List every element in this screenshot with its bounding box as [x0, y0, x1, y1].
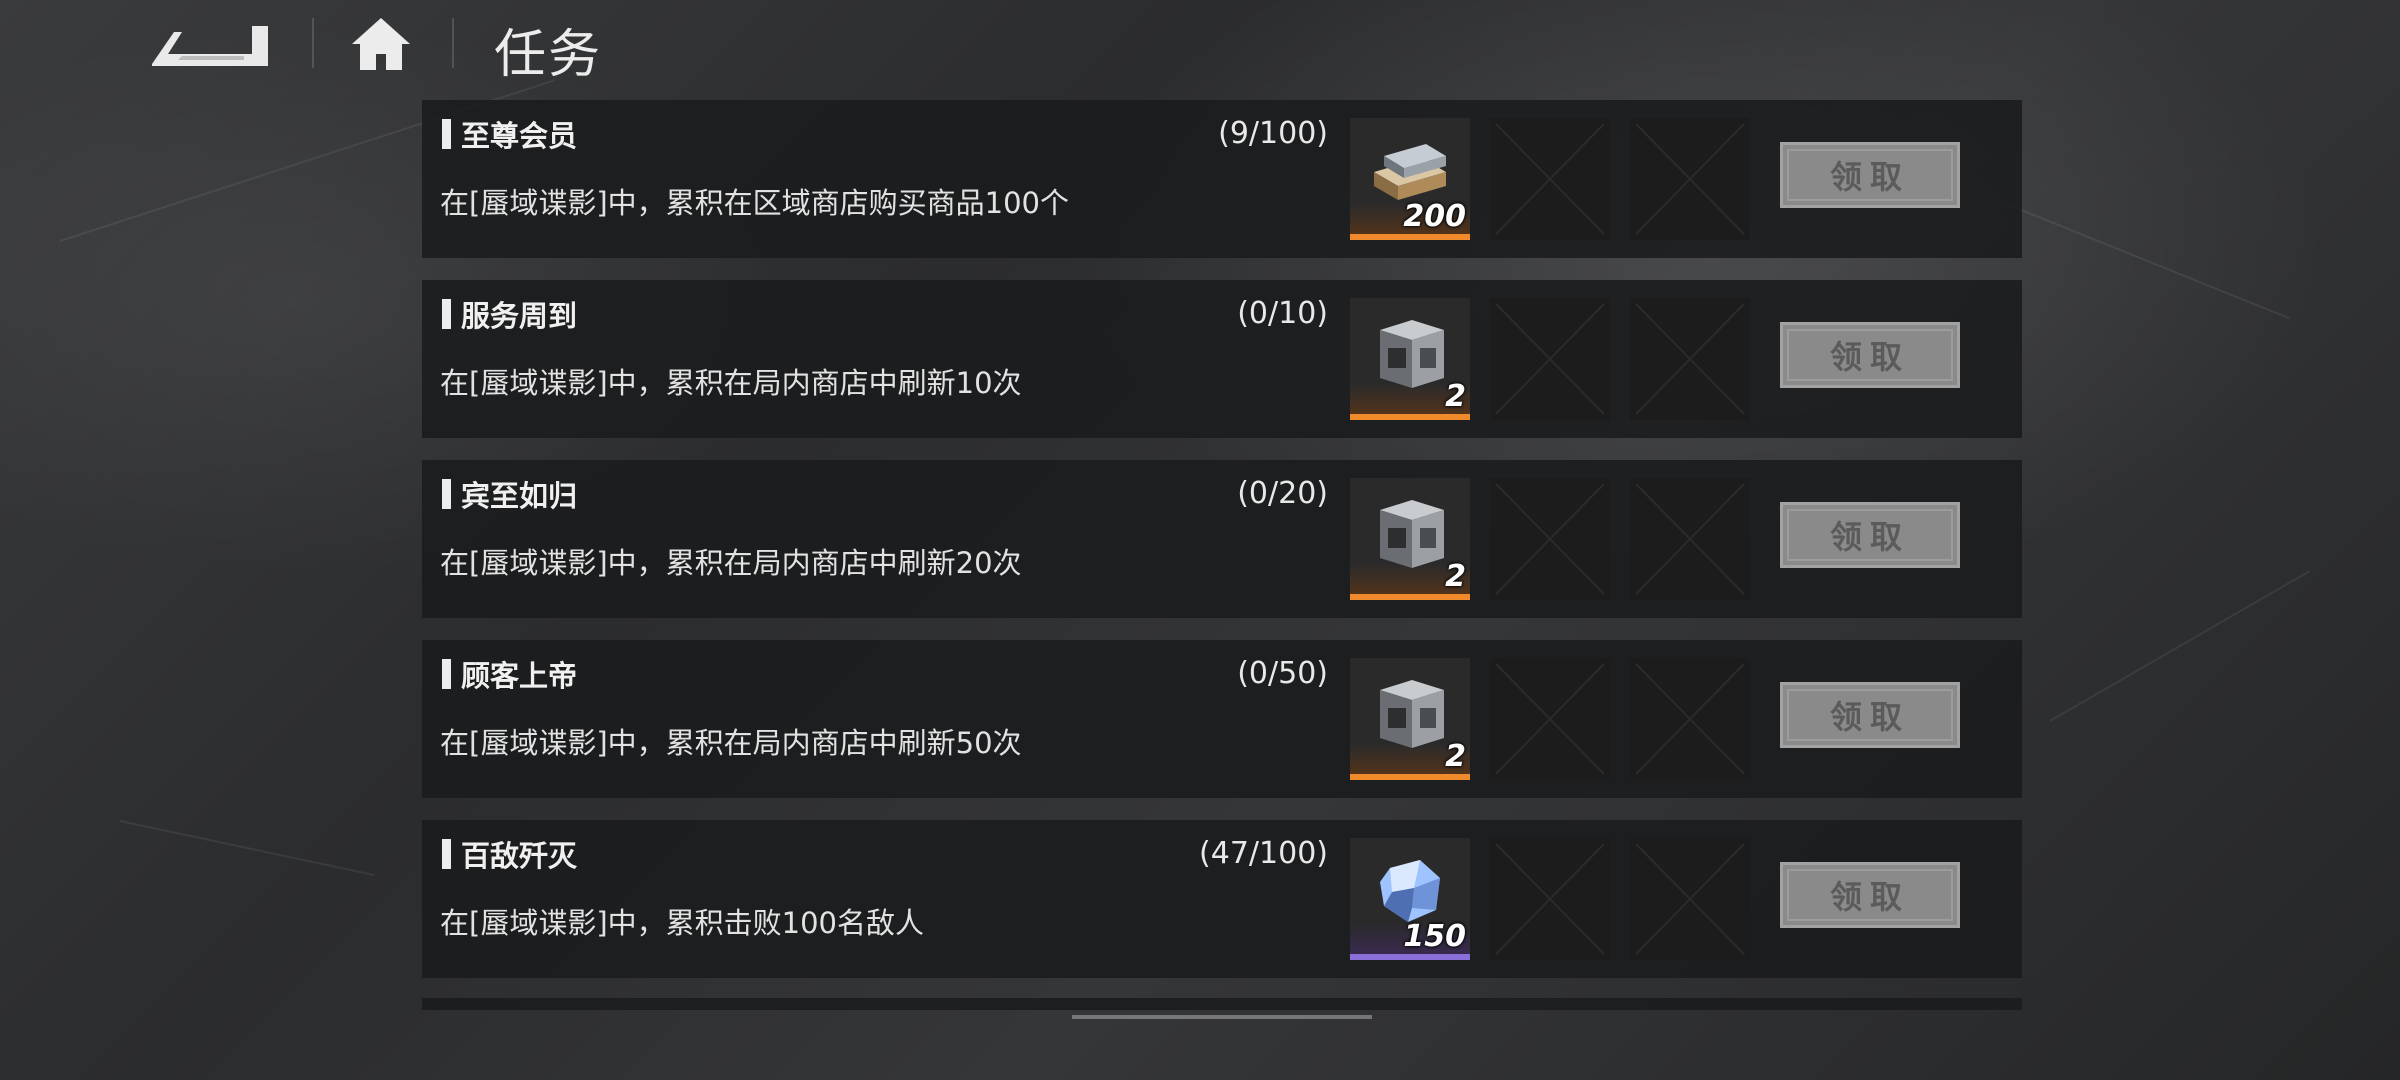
background-scratch: [2049, 570, 2311, 722]
task-name: 顾客上帝: [461, 659, 578, 693]
task-progress: (9/100): [1218, 116, 1328, 151]
rarity-bar: [1350, 234, 1470, 240]
task-description: 在[蜃域谍影]中，累积在区域商店购买商品100个: [440, 186, 1069, 220]
task-row: 顾客上帝 (0/50) 在[蜃域谍影]中，累积在局内商店中刷新50次 2 领取: [422, 640, 2022, 798]
task-description: 在[蜃域谍影]中，累积在局内商店中刷新10次: [440, 366, 1022, 400]
empty-slot-icon: [1495, 483, 1605, 595]
title-marker: [442, 839, 451, 869]
claim-label: 领取: [1829, 158, 1910, 196]
task-title: 顾客上帝: [442, 656, 578, 693]
empty-reward-slot: [1630, 478, 1750, 600]
back-button[interactable]: [148, 18, 274, 70]
rarity-bar: [1350, 414, 1470, 420]
task-name: 宾至如归: [461, 479, 578, 513]
empty-slot-icon: [1635, 303, 1745, 415]
task-progress: (0/50): [1237, 656, 1328, 691]
claim-button[interactable]: 领取: [1780, 862, 1960, 928]
task-row-partial: [422, 998, 2022, 1010]
empty-slot-icon: [1495, 123, 1605, 235]
title-marker: [442, 299, 451, 329]
task-name: 服务周到: [461, 299, 578, 333]
rarity-bar: [1350, 774, 1470, 780]
empty-reward-slot: [1630, 298, 1750, 420]
claim-label: 领取: [1829, 338, 1910, 376]
reward-slot[interactable]: 2: [1350, 478, 1470, 600]
task-row: 至尊会员 (9/100) 在[蜃域谍影]中，累积在区域商店购买商品100个 20…: [422, 100, 2022, 258]
reward-slot[interactable]: 150: [1350, 838, 1470, 960]
page-title: 任务: [494, 25, 603, 85]
scroll-indicator[interactable]: [1072, 1015, 1372, 1019]
empty-slot-icon: [1495, 303, 1605, 415]
claim-label: 领取: [1829, 518, 1910, 556]
task-description: 在[蜃域谍影]中，累积击败100名敌人: [440, 906, 924, 940]
task-progress: (0/10): [1237, 296, 1328, 331]
task-description: 在[蜃域谍影]中，累积在局内商店中刷新20次: [440, 546, 1022, 580]
title-marker: [442, 119, 451, 149]
task-row: 百敌歼灭 (47/100) 在[蜃域谍影]中，累积击败100名敌人 150 领取: [422, 820, 2022, 978]
home-button[interactable]: [350, 16, 412, 72]
title-marker: [442, 659, 451, 689]
empty-reward-slot: [1630, 838, 1750, 960]
background-scratch: [119, 820, 375, 877]
top-bar: 任务: [0, 0, 2400, 90]
task-progress: (0/20): [1237, 476, 1328, 511]
empty-slot-icon: [1635, 123, 1745, 235]
empty-slot-icon: [1495, 843, 1605, 955]
empty-reward-slot: [1490, 298, 1610, 420]
empty-reward-slot: [1490, 478, 1610, 600]
empty-reward-slot: [1490, 838, 1610, 960]
task-name: 至尊会员: [461, 119, 578, 153]
reward-count: 2: [1445, 559, 1466, 594]
empty-slot-icon: [1495, 663, 1605, 775]
task-title: 宾至如归: [442, 476, 578, 513]
empty-reward-slot: [1490, 118, 1610, 240]
header-divider: [452, 18, 454, 68]
reward-slot[interactable]: 2: [1350, 298, 1470, 420]
task-list: 至尊会员 (9/100) 在[蜃域谍影]中，累积在区域商店购买商品100个 20…: [422, 100, 2022, 1000]
task-row: 服务周到 (0/10) 在[蜃域谍影]中，累积在局内商店中刷新10次 2 领取: [422, 280, 2022, 438]
header-divider: [312, 18, 314, 68]
reward-count: 200: [1403, 199, 1466, 234]
empty-slot-icon: [1635, 843, 1745, 955]
empty-reward-slot: [1630, 658, 1750, 780]
empty-slot-icon: [1635, 663, 1745, 775]
title-marker: [442, 479, 451, 509]
empty-reward-slot: [1490, 658, 1610, 780]
rarity-bar: [1350, 594, 1470, 600]
reward-count: 2: [1445, 379, 1466, 414]
reward-slot[interactable]: 2: [1350, 658, 1470, 780]
claim-button[interactable]: 领取: [1780, 502, 1960, 568]
task-title: 百敌歼灭: [442, 836, 578, 873]
claim-label: 领取: [1829, 878, 1910, 916]
task-description: 在[蜃域谍影]中，累积在局内商店中刷新50次: [440, 726, 1022, 760]
task-progress: (47/100): [1199, 836, 1328, 871]
empty-slot-icon: [1635, 483, 1745, 595]
task-row: 宾至如归 (0/20) 在[蜃域谍影]中，累积在局内商店中刷新20次 2 领取: [422, 460, 2022, 618]
claim-label: 领取: [1829, 698, 1910, 736]
reward-slot[interactable]: 200: [1350, 118, 1470, 240]
rarity-bar: [1350, 954, 1470, 960]
task-title: 服务周到: [442, 296, 578, 333]
back-arrow-icon: [152, 26, 268, 66]
home-icon: [352, 18, 410, 70]
reward-count: 2: [1445, 739, 1466, 774]
claim-button[interactable]: 领取: [1780, 322, 1960, 388]
reward-count: 150: [1403, 919, 1466, 954]
task-title: 至尊会员: [442, 116, 578, 153]
empty-reward-slot: [1630, 118, 1750, 240]
claim-button[interactable]: 领取: [1780, 142, 1960, 208]
claim-button[interactable]: 领取: [1780, 682, 1960, 748]
task-name: 百敌歼灭: [461, 839, 578, 873]
